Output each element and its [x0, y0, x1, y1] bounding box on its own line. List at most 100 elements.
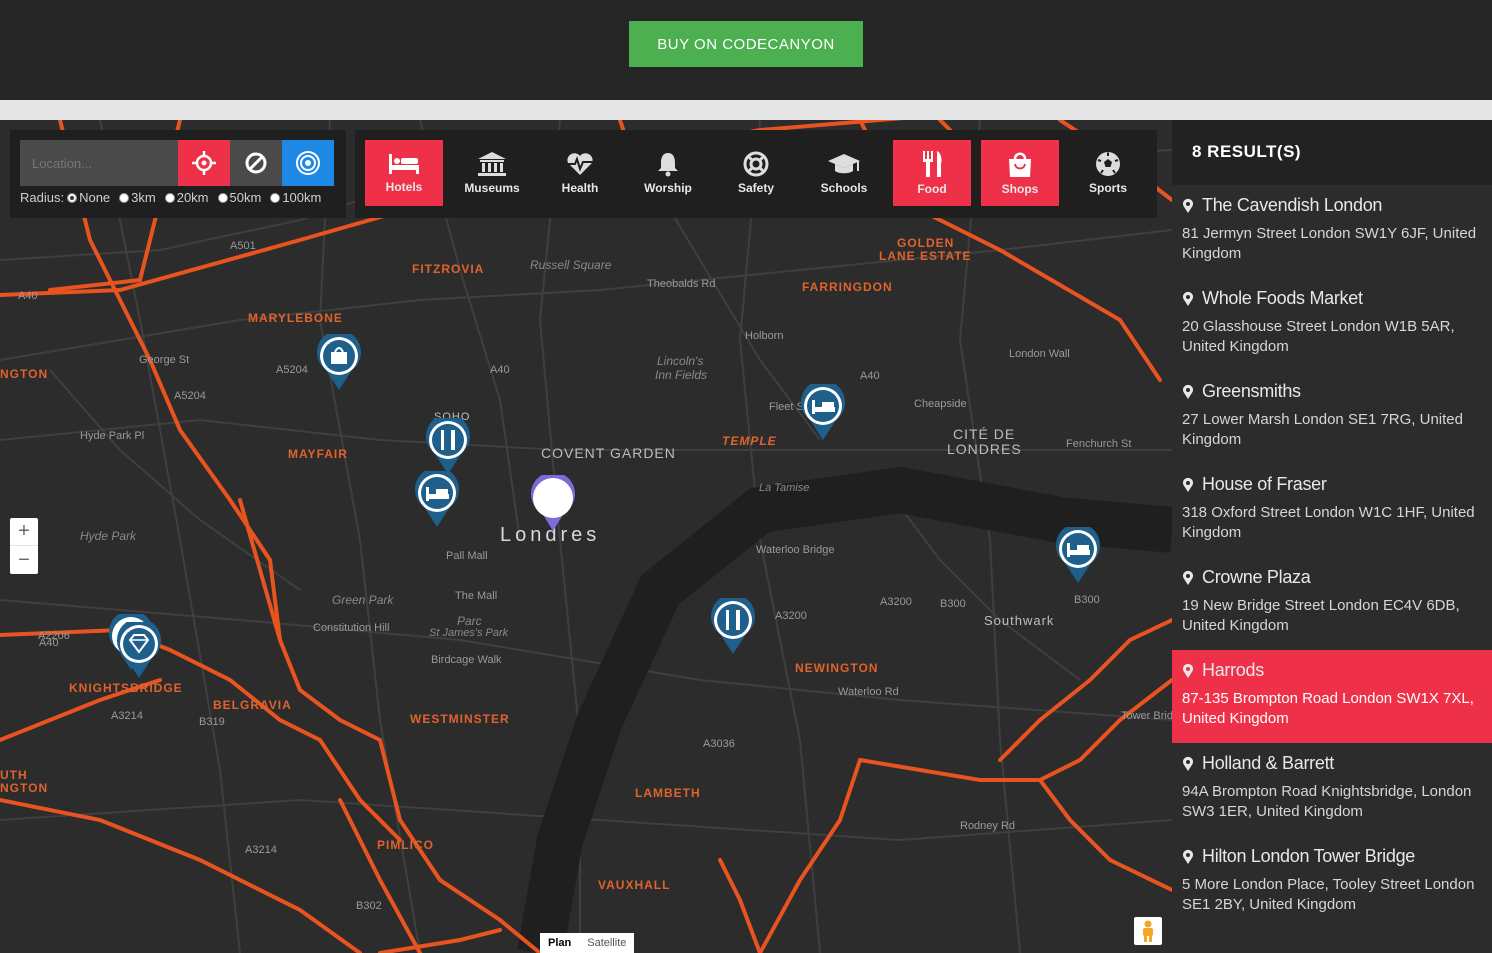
district-label: FITZROVIA: [412, 262, 485, 276]
category-schools[interactable]: Schools: [805, 140, 883, 206]
result-name-row: Hilton London Tower Bridge: [1182, 846, 1482, 867]
jewelry-marker[interactable]: [116, 618, 162, 680]
shop-marker[interactable]: [316, 330, 362, 392]
radius-option-50km[interactable]: 50km: [217, 190, 262, 205]
district-label: BELGRAVIA: [213, 698, 292, 712]
road-label: Birdcage Walk: [431, 654, 502, 666]
result-item[interactable]: Hilton London Tower Bridge 5 More London …: [1172, 836, 1492, 929]
road-label: A40: [490, 364, 510, 376]
radius-option-20km[interactable]: 20km: [164, 190, 209, 205]
zoom-out-button[interactable]: −: [10, 546, 38, 574]
clear-button[interactable]: [230, 140, 282, 186]
hotel-marker[interactable]: [1055, 523, 1101, 585]
result-address: 27 Lower Marsh London SE1 7RG, United Ki…: [1182, 411, 1463, 448]
result-address: 5 More London Place, Tooley Street Londo…: [1182, 876, 1475, 913]
road-label: Holborn: [745, 330, 784, 342]
result-name-row: The Cavendish London: [1182, 195, 1482, 216]
road-label: Tower Bridge Rd: [1121, 710, 1172, 722]
result-address: 81 Jermyn Street London SW1Y 6JF, United…: [1182, 225, 1477, 262]
category-safety[interactable]: Safety: [717, 140, 795, 206]
food-marker[interactable]: [710, 594, 756, 656]
result-item[interactable]: Greensmiths 27 Lower Marsh London SE1 7RG…: [1172, 371, 1492, 464]
district-label: CITÉ DE: [953, 426, 1016, 442]
shopping-bag-icon: [317, 330, 361, 390]
map-marker-icon: [1183, 384, 1193, 399]
map-type-satellite[interactable]: Satellite: [579, 933, 634, 953]
result-name[interactable]: The Cavendish London: [1202, 195, 1382, 216]
cutlery-icon: [711, 594, 755, 654]
category-museums[interactable]: Museums: [453, 140, 531, 206]
result-item[interactable]: Crowne Plaza 19 New Bridge Street London …: [1172, 557, 1492, 650]
radius-option-100km[interactable]: 100km: [270, 190, 321, 205]
divider-strip: [0, 100, 1492, 120]
map-marker-icon: [1183, 291, 1193, 306]
zoom-in-button[interactable]: +: [10, 518, 38, 546]
map-marker-icon: [1183, 570, 1193, 585]
category-health[interactable]: Health: [541, 140, 619, 206]
category-hotels[interactable]: Hotels: [365, 140, 443, 206]
district-label: TEMPLE: [722, 434, 777, 448]
map-canvas[interactable]: FITZROVIA MARYLEBONE MAYFAIR SOHO COVENT…: [0, 120, 1172, 953]
cutlery-icon: [923, 151, 942, 177]
map-marker-icon: [1183, 477, 1193, 492]
street-view-button[interactable]: [1134, 917, 1162, 945]
road-label: Rodney Rd: [960, 820, 1016, 832]
result-name[interactable]: Harrods: [1202, 660, 1264, 681]
category-label: Hotels: [385, 180, 423, 194]
diamond-icon: [117, 618, 161, 678]
buy-on-codecanyon-button[interactable]: BUY ON CODECANYON: [629, 21, 863, 67]
location-input[interactable]: [20, 140, 178, 186]
road-label: A3214: [111, 710, 143, 722]
road-label: A3200: [775, 610, 807, 622]
heartbeat-icon: [567, 153, 593, 175]
category-food[interactable]: Food: [893, 140, 971, 206]
result-name[interactable]: Greensmiths: [1202, 381, 1301, 402]
result-item[interactable]: The Cavendish London 81 Jermyn Street Lon…: [1172, 185, 1492, 278]
result-name[interactable]: Crowne Plaza: [1202, 567, 1311, 588]
road-label: A40: [860, 370, 880, 382]
target-icon: [296, 151, 320, 175]
road-label: B300: [1074, 594, 1100, 606]
place-label: Hyde Park: [80, 529, 137, 543]
road-label: Pall Mall: [446, 550, 488, 562]
category-label: Shops: [1001, 182, 1039, 196]
result-item[interactable]: Harrods 87-135 Brompton Road London SW1X …: [1172, 650, 1492, 743]
hotel-marker[interactable]: [800, 380, 846, 442]
radius-option-3km[interactable]: 3km: [119, 190, 156, 205]
radius-option-label: 100km: [282, 190, 322, 205]
district-label: MAYFAIR: [288, 447, 348, 461]
radius-option-none[interactable]: None: [67, 190, 110, 205]
category-worship[interactable]: Worship: [629, 140, 707, 206]
result-name-row: Crowne Plaza: [1182, 567, 1482, 588]
district-label: LAMBETH: [635, 786, 701, 800]
result-name[interactable]: Hilton London Tower Bridge: [1202, 846, 1415, 867]
results-list: The Cavendish London 81 Jermyn Street Lon…: [1172, 185, 1492, 929]
radius-option-label: None: [79, 190, 111, 205]
district-label: KNIGHTSBRIDGE: [69, 681, 183, 695]
result-address: 94A Brompton Road Knightsbridge, London …: [1182, 783, 1472, 820]
map-type-plan[interactable]: Plan: [540, 933, 579, 953]
geolocate-button[interactable]: [178, 140, 230, 186]
place-label: Lincoln's: [657, 354, 704, 368]
result-name[interactable]: Holland & Barrett: [1202, 753, 1334, 774]
zoom-control: + −: [10, 518, 38, 574]
result-item[interactable]: Holland & Barrett 94A Brompton Road Knigh…: [1172, 743, 1492, 836]
category-sports[interactable]: Sports: [1069, 140, 1147, 206]
road-label: B300: [940, 598, 966, 610]
food-marker[interactable]: [425, 414, 471, 476]
category-shops[interactable]: Shops: [981, 140, 1059, 206]
road-label: Cheapside: [914, 398, 967, 410]
result-name[interactable]: House of Fraser: [1202, 474, 1327, 495]
place-label: La Tamise: [759, 482, 810, 494]
result-address: 87-135 Brompton Road London SW1X 7XL, Un…: [1182, 690, 1474, 727]
results-count: 8 RESULT(S): [1172, 120, 1492, 185]
result-name-row: House of Fraser: [1182, 474, 1482, 495]
result-item[interactable]: Whole Foods Market 20 Glasshouse Street L…: [1172, 278, 1492, 371]
radius-toggle-button[interactable]: [282, 140, 334, 186]
hotel-marker[interactable]: [414, 467, 460, 529]
bell-icon: [658, 153, 678, 177]
current-location-marker[interactable]: [530, 471, 576, 533]
radius-option-label: 50km: [229, 190, 262, 205]
result-name[interactable]: Whole Foods Market: [1202, 288, 1363, 309]
result-item[interactable]: House of Fraser 318 Oxford Street London …: [1172, 464, 1492, 557]
